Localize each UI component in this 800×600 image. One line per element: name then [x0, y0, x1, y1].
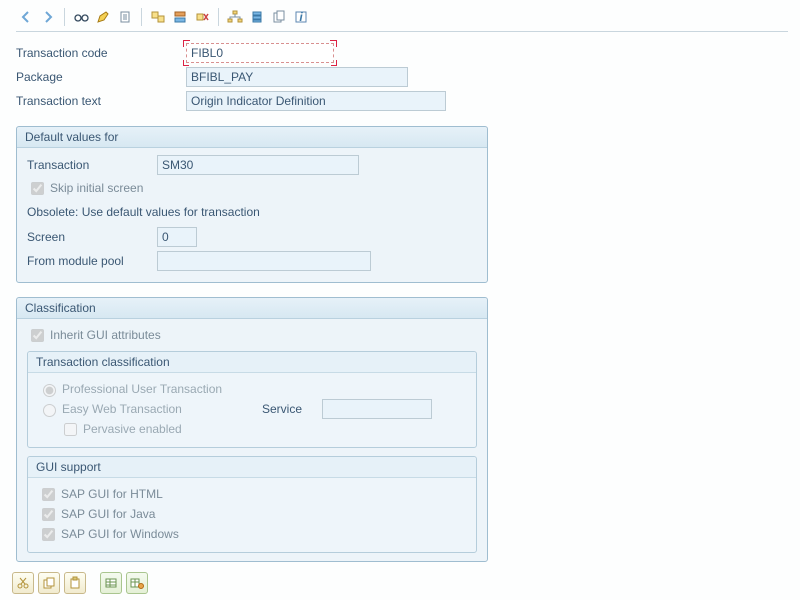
screen-label: Screen [27, 230, 157, 244]
gui-html-label: SAP GUI for HTML [61, 487, 163, 501]
trans-field [157, 155, 359, 175]
hierarchy-icon[interactable] [225, 7, 245, 27]
docs-icon[interactable] [269, 7, 289, 27]
prof-label: Professional User Transaction [62, 382, 222, 396]
forward-icon[interactable] [38, 7, 58, 27]
pool-label: From module pool [27, 254, 157, 268]
cut-icon[interactable] [12, 572, 34, 594]
where-used-icon[interactable] [170, 7, 190, 27]
bottom-toolbar [12, 572, 148, 594]
tcode-input[interactable] [186, 43, 334, 63]
classification-title: Classification [17, 298, 487, 319]
defaults-group: Default values for Transaction Skip init… [16, 126, 488, 283]
gui-group: GUI support SAP GUI for HTML SAP GUI for… [27, 456, 477, 553]
inherit-checkbox [31, 329, 44, 342]
pervasive-label: Pervasive enabled [83, 422, 182, 436]
glasses-icon[interactable] [71, 7, 91, 27]
toolbar: i [16, 6, 788, 32]
back-icon[interactable] [16, 7, 36, 27]
screen-field [157, 227, 197, 247]
defaults-title: Default values for [17, 127, 487, 148]
prof-radio [43, 384, 56, 397]
service-field [322, 399, 432, 419]
pencil-icon[interactable] [93, 7, 113, 27]
easy-label: Easy Web Transaction [62, 402, 262, 416]
stack-icon[interactable] [247, 7, 267, 27]
pervasive-checkbox [64, 423, 77, 436]
text-label: Transaction text [16, 94, 186, 108]
text-field [186, 91, 446, 111]
package-field [186, 67, 408, 87]
package-label: Package [16, 70, 186, 84]
info-icon[interactable]: i [291, 7, 311, 27]
classification-group: Classification Inherit GUI attributes Tr… [16, 297, 488, 562]
gui-title: GUI support [28, 457, 476, 478]
gui-html-checkbox [42, 488, 55, 501]
gui-java-label: SAP GUI for Java [61, 507, 155, 521]
paste-icon[interactable] [64, 572, 86, 594]
pool-field [157, 251, 371, 271]
inherit-label: Inherit GUI attributes [50, 328, 161, 342]
gui-win-label: SAP GUI for Windows [61, 527, 179, 541]
new-doc-icon[interactable] [115, 7, 135, 27]
gui-win-checkbox [42, 528, 55, 541]
easy-radio [43, 404, 56, 417]
tcode-label: Transaction code [16, 46, 186, 60]
svg-text:i: i [299, 10, 303, 24]
table-settings-icon[interactable] [126, 572, 148, 594]
tcode-field-wrap [186, 43, 334, 63]
trans-label: Transaction [27, 158, 157, 172]
copy-tree-icon[interactable] [148, 7, 168, 27]
gui-java-checkbox [42, 508, 55, 521]
obsolete-text: Obsolete: Use default values for transac… [27, 205, 260, 219]
tc-group: Transaction classification Professional … [27, 351, 477, 448]
copy-icon[interactable] [38, 572, 60, 594]
service-label: Service [262, 402, 322, 416]
delete-tree-icon[interactable] [192, 7, 212, 27]
skip-label: Skip initial screen [50, 181, 143, 195]
skip-checkbox [31, 182, 44, 195]
table-icon[interactable] [100, 572, 122, 594]
tc-title: Transaction classification [28, 352, 476, 373]
